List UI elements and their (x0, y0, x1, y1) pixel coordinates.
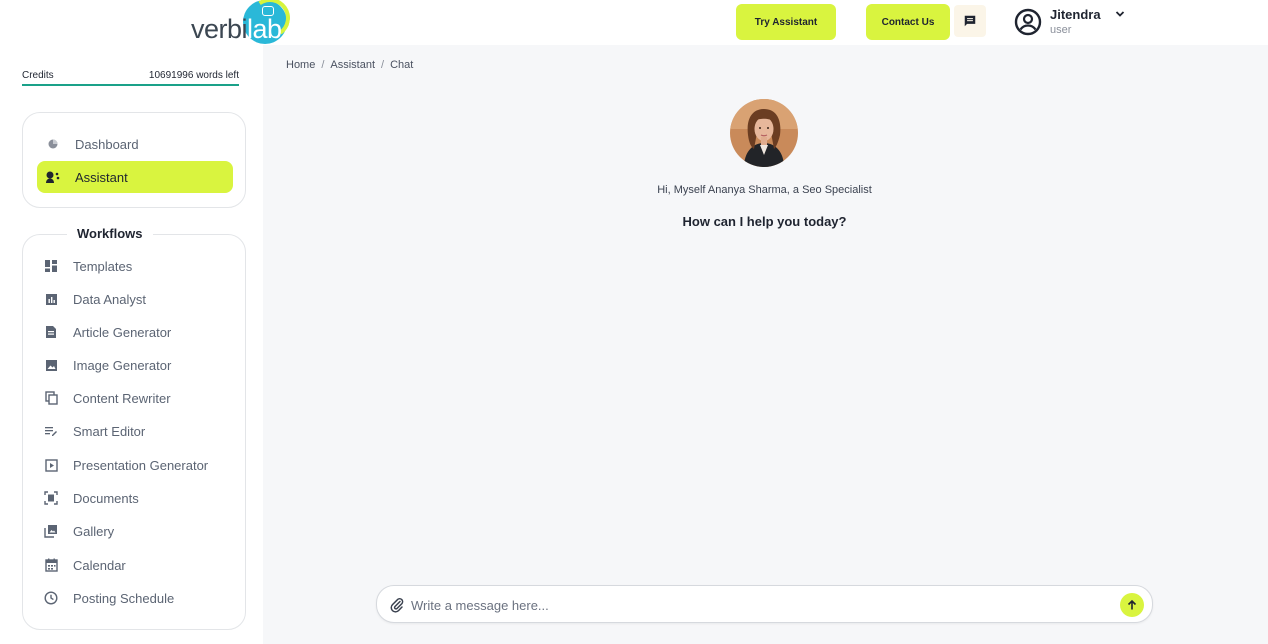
clock-icon (44, 591, 58, 605)
workflows-title: Workflows (67, 226, 153, 241)
nav-item-label: Assistant (75, 169, 128, 185)
article-icon (46, 326, 56, 338)
account-circle-icon (1014, 8, 1042, 36)
workflow-item-calendar[interactable]: Calendar (43, 555, 126, 575)
workflow-item-posting-schedule[interactable]: Posting Schedule (43, 588, 174, 608)
workflow-item-label: Posting Schedule (73, 590, 175, 606)
workflow-item-label: Templates (73, 258, 133, 274)
document-scan-icon (44, 491, 58, 505)
chat-main: Home / Assistant / Chat Hi, Myself Anany… (263, 45, 1268, 644)
calendar-icon (44, 558, 58, 572)
workflow-item-article-generator[interactable]: Article Generator (43, 322, 171, 342)
workflow-item-label: Presentation Generator (73, 457, 209, 473)
message-input[interactable] (411, 594, 1111, 616)
chat-icon (964, 15, 976, 27)
bar-chart-icon (45, 293, 57, 305)
nav-item-label: Dashboard (75, 136, 139, 152)
workflow-item-label: Article Generator (73, 324, 172, 340)
edit-note-icon (45, 427, 57, 436)
contact-us-button[interactable]: Contact Us (866, 4, 950, 40)
credits-bar: Credits 10691996 words left (22, 70, 239, 86)
send-button[interactable] (1120, 593, 1144, 617)
verbilab-logo[interactable]: verbilab (190, 0, 294, 45)
user-role: user (1050, 24, 1072, 36)
chat-button[interactable] (954, 5, 986, 37)
breadcrumb-assistant[interactable]: Assistant (330, 59, 375, 71)
assistant-prompt: How can I help you today? (682, 214, 847, 229)
arrow-up-icon (1127, 599, 1137, 610)
chevron-down-icon[interactable] (1114, 8, 1126, 20)
workflow-item-label: Smart Editor (73, 423, 146, 439)
top-header: verbilab Try Assistant Contact Us Jitend… (0, 0, 1268, 45)
slideshow-icon (44, 458, 58, 472)
credits-value: 10691996 words left (148, 70, 239, 81)
workflow-item-gallery[interactable]: Gallery (43, 521, 114, 541)
breadcrumb-separator: / (321, 59, 325, 71)
gallery-icon (44, 525, 57, 538)
pie-chart-icon (48, 139, 58, 149)
dashboard-grid-icon (45, 260, 57, 272)
nav-item-dashboard[interactable]: Dashboard (43, 134, 139, 154)
logo-text-accent: lab (247, 14, 282, 44)
logo-text-main: verbi (191, 14, 248, 44)
try-assistant-button[interactable]: Try Assistant (736, 4, 836, 40)
workflow-item-presentation-generator[interactable]: Presentation Generator (43, 455, 208, 475)
attach-icon[interactable] (390, 597, 404, 613)
workflow-item-label: Calendar (73, 557, 126, 573)
workflow-item-image-generator[interactable]: Image Generator (43, 355, 171, 375)
workflow-item-label: Content Rewriter (73, 390, 171, 406)
logo-text: verbilab (191, 14, 282, 45)
sidebar: Credits 10691996 words left Dashboard As… (0, 45, 263, 644)
workflow-item-label: Documents (73, 490, 139, 506)
workflows-card: Workflows Templates Data Analyst Article… (22, 226, 246, 630)
workflow-item-data-analyst[interactable]: Data Analyst (43, 289, 146, 309)
main-nav-card: Dashboard Assistant (22, 112, 246, 208)
workflow-item-label: Data Analyst (73, 291, 146, 307)
nav-item-assistant[interactable]: Assistant (37, 161, 233, 193)
workflow-item-content-rewriter[interactable]: Content Rewriter (43, 388, 171, 408)
workflow-item-label: Gallery (73, 523, 115, 539)
assistant-icon (46, 171, 60, 183)
breadcrumb-chat: Chat (390, 59, 414, 71)
credits-label: Credits (22, 70, 54, 81)
user-name: Jitendra (1050, 7, 1101, 22)
assistant-greeting: Hi, Myself Ananya Sharma, a Seo Speciali… (657, 184, 872, 196)
assistant-portrait-icon (730, 99, 798, 167)
image-icon (45, 359, 57, 371)
breadcrumb-separator: / (381, 59, 385, 71)
workflow-item-label: Image Generator (73, 357, 172, 373)
assistant-avatar (730, 99, 798, 167)
workflow-item-documents[interactable]: Documents (43, 488, 139, 508)
breadcrumb: Home / Assistant / Chat (286, 59, 413, 71)
breadcrumb-home[interactable]: Home (286, 59, 315, 71)
message-composer (376, 585, 1153, 623)
user-menu[interactable]: Jitendra user (1014, 4, 1144, 40)
workflow-item-templates[interactable]: Templates (43, 256, 132, 276)
workflow-item-smart-editor[interactable]: Smart Editor (43, 421, 145, 441)
copy-icon (44, 391, 58, 405)
